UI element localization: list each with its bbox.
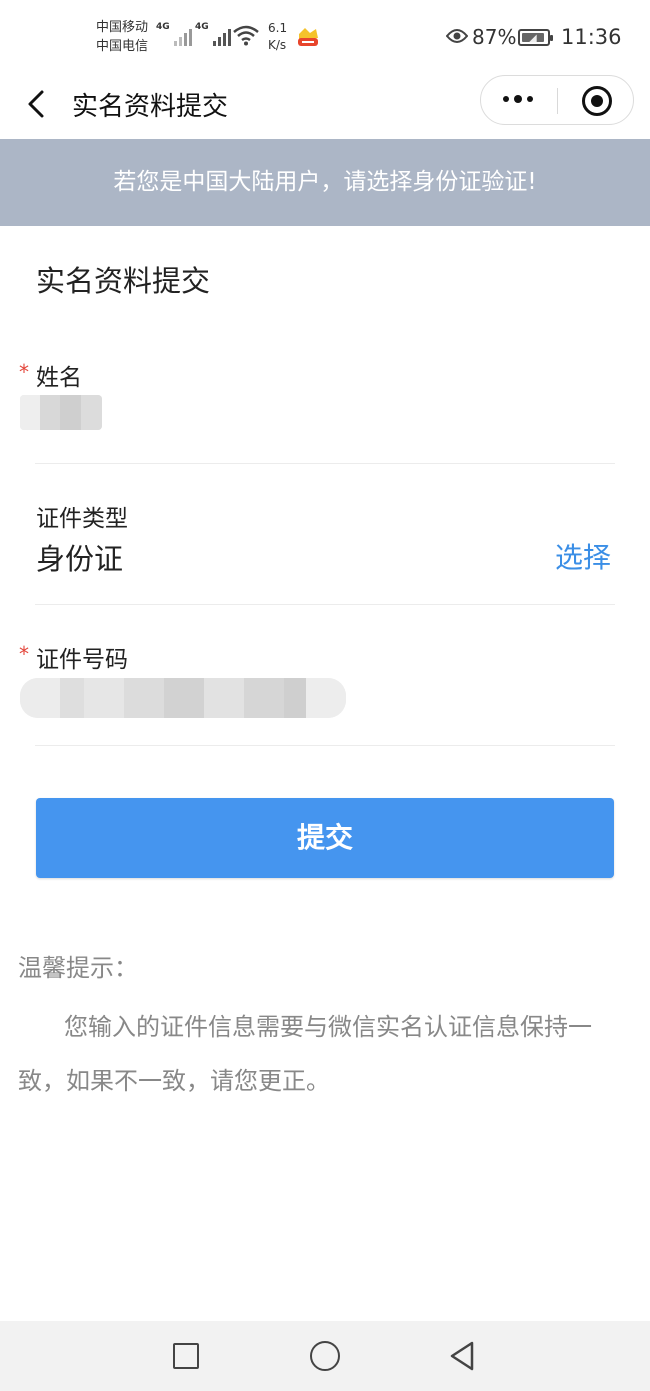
speed-unit: K/s	[268, 38, 287, 52]
signal-icon: 4G	[195, 22, 231, 46]
section-title: 实名资料提交	[36, 264, 211, 298]
name-label: 姓名	[36, 365, 82, 391]
battery-percent: 87%	[472, 25, 517, 49]
eye-icon	[446, 29, 468, 43]
tips-title: 温馨提示：	[18, 954, 138, 982]
divider	[35, 745, 615, 746]
signal-icon: 4G	[156, 22, 192, 46]
close-target-icon[interactable]	[582, 86, 612, 116]
divider	[35, 463, 615, 464]
clock: 11:36	[561, 25, 622, 49]
carrier-2: 中国电信	[96, 39, 149, 54]
capsule-divider	[557, 88, 558, 114]
id-number-label: 证件号码	[36, 647, 128, 673]
network-type-2: 4G	[195, 22, 209, 32]
network-type-1: 4G	[156, 22, 170, 32]
status-bar: 中国移动 中国电信 4G 4G 6.1 K/s 87% ◢ 11:36	[0, 0, 650, 78]
recent-apps-icon[interactable]	[173, 1343, 199, 1369]
name-input[interactable]	[20, 395, 102, 430]
required-mark: *	[19, 360, 29, 384]
more-icon[interactable]	[503, 95, 533, 103]
id-number-input[interactable]	[20, 678, 346, 718]
divider	[35, 604, 615, 605]
battery-icon: ◢	[518, 29, 553, 46]
id-type-select-link[interactable]: 选择	[555, 536, 611, 576]
speed-value: 6.1	[268, 21, 288, 35]
page-title: 实名资料提交	[72, 92, 229, 122]
home-icon[interactable]	[310, 1341, 340, 1371]
notice-banner: 若您是中国大陆用户，请选择身份证验证!	[0, 139, 650, 226]
carrier-labels: 中国移动 中国电信	[96, 18, 148, 56]
required-mark: *	[19, 642, 29, 666]
submit-button[interactable]: 提交	[36, 798, 614, 878]
id-type-label: 证件类型	[36, 506, 128, 532]
back-arrow-icon[interactable]	[20, 84, 50, 124]
app-badge-icon	[298, 28, 318, 46]
nav-bar: 实名资料提交	[0, 75, 650, 138]
carrier-1: 中国移动	[96, 20, 149, 35]
tips-body: 您输入的证件信息需要与微信实名认证信息保持一致，如果不一致，请您更正。	[18, 1013, 592, 1095]
system-nav-bar	[0, 1321, 650, 1391]
network-speed: 6.1 K/s	[268, 20, 287, 54]
id-type-value: 身份证	[36, 542, 124, 576]
back-icon[interactable]	[448, 1340, 476, 1372]
wifi-icon	[233, 25, 259, 46]
mini-program-capsule	[480, 75, 634, 125]
